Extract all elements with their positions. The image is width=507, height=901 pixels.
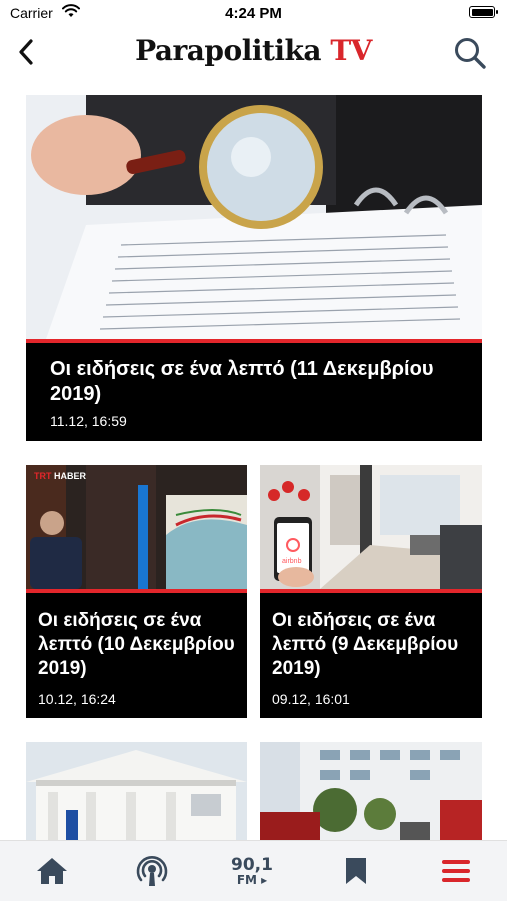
menu-icon bbox=[442, 860, 470, 882]
article-thumbnail bbox=[26, 742, 247, 840]
article-card[interactable]: airbnb Οι ειδήσεις σε ένα λεπτό (9 Δεκεμ… bbox=[260, 465, 482, 718]
tab-podcast[interactable] bbox=[132, 853, 172, 889]
radio-unit: FM bbox=[236, 872, 257, 887]
radio-frequency: 90,1 bbox=[231, 854, 273, 875]
search-icon[interactable] bbox=[453, 36, 487, 70]
bookmark-icon bbox=[346, 858, 366, 884]
article-title: Οι ειδήσεις σε ένα λεπτό (11 Δεκεμβρίου … bbox=[50, 358, 434, 405]
tab-bookmarks[interactable] bbox=[336, 853, 376, 889]
home-icon bbox=[37, 858, 67, 884]
article-date: 10.12, 16:24 bbox=[38, 691, 116, 707]
article-card[interactable] bbox=[26, 742, 247, 840]
tab-home[interactable] bbox=[32, 853, 72, 889]
article-card[interactable]: TRT HABER Οι ειδήσεις σε ένα λεπτό (10 Δ… bbox=[26, 465, 247, 718]
logo-main-text: Parapolitika bbox=[135, 34, 322, 67]
podcast-icon bbox=[136, 856, 168, 886]
radio-fm-icon: 90,1 FM ▸ bbox=[231, 854, 273, 887]
article-card[interactable] bbox=[260, 742, 482, 840]
article-title: Οι ειδήσεις σε ένα λεπτό (9 Δεκεμβρίου 2… bbox=[272, 610, 459, 679]
app-logo: Parapolitika TV bbox=[0, 34, 507, 67]
featured-article-card[interactable]: Οι ειδήσεις σε ένα λεπτό (11 Δεκεμβρίου … bbox=[26, 95, 482, 441]
article-thumbnail: airbnb bbox=[260, 465, 482, 593]
tab-bar: 90,1 FM ▸ bbox=[0, 840, 507, 901]
article-thumbnail bbox=[26, 95, 482, 343]
nav-bar: Parapolitika TV bbox=[0, 28, 507, 78]
svg-text:TRT HABER: TRT HABER bbox=[34, 471, 87, 481]
article-date: 11.12, 16:59 bbox=[50, 413, 127, 429]
clock: 4:24 PM bbox=[225, 5, 282, 22]
tab-menu[interactable] bbox=[436, 853, 476, 889]
article-title: Οι ειδήσεις σε ένα λεπτό (10 Δεκεμβρίου … bbox=[38, 610, 235, 679]
battery-icon bbox=[469, 6, 498, 18]
svg-text:airbnb: airbnb bbox=[282, 558, 302, 565]
article-date: 09.12, 16:01 bbox=[272, 691, 350, 707]
logo-accent-text: TV bbox=[330, 34, 372, 67]
article-thumbnail: TRT HABER bbox=[26, 465, 247, 593]
status-bar: Carrier 4:24 PM bbox=[0, 0, 507, 28]
tab-radio[interactable]: 90,1 FM ▸ bbox=[229, 853, 275, 889]
article-thumbnail bbox=[260, 742, 482, 840]
